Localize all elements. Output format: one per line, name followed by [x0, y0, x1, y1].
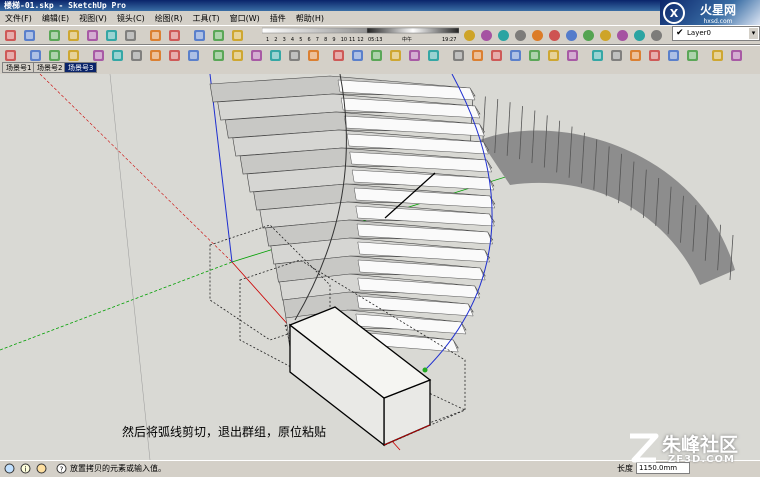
menu-window[interactable]: 窗口(W) — [225, 12, 265, 26]
scene-tabs: 场景号1 场景号2 场景号3 — [0, 61, 760, 74]
menu-help[interactable]: 帮助(H) — [291, 12, 329, 26]
geo-location-icon[interactable] — [4, 463, 15, 474]
logo-text: 火星网 — [700, 3, 736, 17]
svg-text:i: i — [25, 466, 27, 474]
zf3d-watermark: 朱峰社区 ZF3D.COM — [626, 428, 756, 470]
model-viewport[interactable]: 然后将弧线剪切，退出群组，原位粘贴 — [0, 74, 760, 460]
section-icon[interactable] — [479, 28, 494, 43]
tutorial-caption: 然后将弧线剪切，退出群组，原位粘贴 — [122, 425, 327, 439]
menu-camera[interactable]: 镜头(C) — [112, 12, 150, 26]
layer-visible-check[interactable]: ✔ — [676, 28, 684, 38]
window-title: 楼梯-01.skp - SketchUp Pro — [4, 1, 126, 10]
month-label: 12 — [357, 37, 363, 43]
chevron-down-icon[interactable]: ▾ — [749, 28, 758, 39]
menu-edit[interactable]: 编辑(E) — [37, 12, 74, 26]
component-icon[interactable] — [615, 28, 630, 43]
hxsd-logo: X 火星网 hxsd.com — [660, 0, 760, 26]
tab-scene-3[interactable]: 场景号3 — [64, 62, 98, 73]
model-info-icon[interactable] — [211, 28, 226, 43]
green-axis-negative — [0, 261, 233, 351]
tab-scene-2[interactable]: 场景号2 — [33, 62, 67, 73]
watermark-subtext: ZF3D.COM — [668, 454, 735, 465]
month-label: 6 — [308, 37, 311, 43]
save-icon[interactable] — [47, 28, 62, 43]
erase-icon[interactable] — [123, 28, 138, 43]
time-slider[interactable] — [366, 27, 460, 34]
noon-label: 中午 — [402, 36, 412, 43]
spiral-steps — [209, 75, 496, 355]
menu-bar: 文件(F) 编辑(E) 视图(V) 镜头(C) 绘图(R) 工具(T) 窗口(W) 插件 帮助(… — [0, 11, 660, 25]
paste-icon[interactable] — [104, 28, 119, 43]
ruby-icon[interactable] — [598, 28, 613, 43]
look-icon[interactable] — [462, 28, 477, 43]
menu-draw[interactable]: 绘图(R) — [150, 12, 188, 26]
title-bar: 楼梯-01.skp - SketchUp Pro — [0, 0, 760, 11]
shadow-toggle-icon[interactable] — [496, 28, 511, 43]
menu-file[interactable]: 文件(F) — [0, 12, 37, 26]
guide-line — [109, 74, 151, 460]
time-start: 05:13 — [368, 37, 382, 43]
watermark-text: 朱峰社区 — [662, 434, 739, 456]
shadow-settings: 1 2 3 4 5 6 7 8 9 10 11 12 05:13 中午 19:27 — [261, 27, 460, 43]
svg-text:X: X — [670, 7, 679, 20]
undo-icon[interactable] — [148, 28, 163, 43]
svg-text:?: ? — [60, 466, 64, 474]
layer-dropdown[interactable]: ✔ Layer0 ▾ — [672, 26, 760, 41]
redo-icon[interactable] — [167, 28, 182, 43]
render-icon[interactable] — [564, 28, 579, 43]
sandbox-icon[interactable] — [547, 28, 562, 43]
menu-tools[interactable]: 工具(T) — [188, 12, 225, 26]
tab-scene-1[interactable]: 场景号1 — [2, 62, 36, 73]
redraw-icon[interactable] — [581, 28, 596, 43]
stair-shadow — [480, 130, 735, 285]
month-label: 9 — [332, 37, 335, 43]
month-label: 1 — [266, 37, 269, 43]
month-label: 2 — [274, 37, 277, 43]
menu-view[interactable]: 视图(V) — [74, 12, 112, 26]
stair-model-drawing — [0, 74, 735, 460]
month-label: 8 — [324, 37, 327, 43]
month-label: 11 — [349, 37, 355, 43]
walk-icon[interactable] — [230, 28, 245, 43]
new-icon[interactable] — [3, 28, 18, 43]
time-end: 19:27 — [442, 37, 456, 43]
zf3d-logo-icon — [630, 433, 659, 463]
cut-icon[interactable] — [66, 28, 81, 43]
material-icon[interactable] — [632, 28, 647, 43]
style-icon[interactable] — [649, 28, 664, 43]
copy-icon[interactable] — [85, 28, 100, 43]
help-icon[interactable]: ? — [56, 463, 67, 474]
snap-point — [422, 367, 428, 373]
month-label: 3 — [283, 37, 286, 43]
status-help-text: 放置拷贝的元素或输入值。 — [70, 464, 166, 473]
open-icon[interactable] — [22, 28, 37, 43]
month-label: 7 — [316, 37, 319, 43]
menu-plugins[interactable]: 插件 — [265, 12, 291, 26]
print-icon[interactable] — [192, 28, 207, 43]
fog-icon[interactable] — [513, 28, 528, 43]
photo-texture-icon[interactable] — [530, 28, 545, 43]
user-icon[interactable] — [36, 463, 47, 474]
credits-icon[interactable]: i — [20, 463, 31, 474]
month-label: 5 — [299, 37, 302, 43]
layer-name: Layer0 — [687, 29, 711, 37]
red-axis-negative — [39, 74, 233, 263]
logo-subtext: hxsd.com — [703, 18, 732, 25]
month-label: 10 — [341, 37, 347, 43]
month-label: 4 — [291, 37, 294, 43]
